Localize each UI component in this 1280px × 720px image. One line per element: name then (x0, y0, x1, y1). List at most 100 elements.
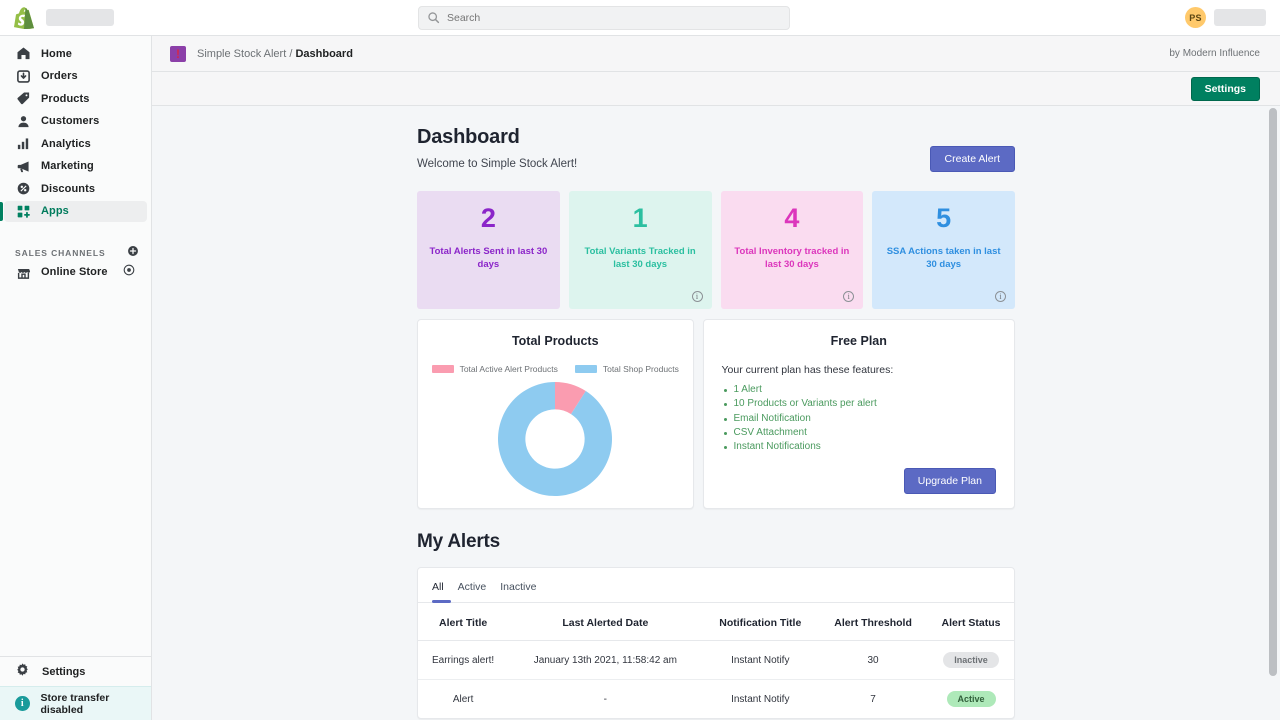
eye-icon[interactable] (123, 263, 135, 281)
sidebar-bottom: Settings i Store transfer disabled (0, 656, 151, 720)
sidebar-item-products[interactable]: Products (4, 88, 147, 109)
sidebar-nav: Home Orders (0, 36, 151, 284)
page-title: Dashboard (417, 126, 577, 149)
stat-card: 5 SSA Actions taken in last 30 days i (872, 191, 1015, 309)
info-icon[interactable]: i (843, 291, 854, 302)
cell-title: Alert (418, 680, 508, 719)
alerts-tabs: All Active Inactive (418, 568, 1014, 603)
cell-last-alerted: - (508, 680, 702, 719)
sidebar-item-label: Discounts (41, 183, 95, 195)
page-subtitle: Welcome to Simple Stock Alert! (417, 158, 577, 170)
tab-inactive[interactable]: Inactive (500, 581, 536, 602)
store-transfer-banner[interactable]: i Store transfer disabled (0, 686, 151, 720)
plan-feature-list: 1 Alert10 Products or Variants per alert… (722, 384, 997, 455)
legend-label: Total Shop Products (603, 364, 679, 374)
stat-value: 1 (633, 205, 648, 232)
table-row[interactable]: Earrings alert!January 13th 2021, 11:58:… (418, 641, 1014, 680)
legend-item[interactable]: Total Active Alert Products (432, 364, 558, 374)
sidebar-item-online-store[interactable]: Online Store (4, 262, 147, 283)
top-bar: PS (0, 0, 1280, 36)
sidebar-item-orders[interactable]: Orders (4, 66, 147, 87)
legend-swatch (575, 365, 597, 373)
dashboard-content: Dashboard Welcome to Simple Stock Alert!… (152, 106, 1280, 719)
cell-threshold: 7 (818, 680, 928, 719)
table-header-row: Alert TitleLast Alerted DateNotification… (418, 603, 1014, 641)
table-row[interactable]: Alert-Instant Notify7Active (418, 680, 1014, 719)
donut-slice[interactable] (498, 382, 612, 496)
cell-threshold: 30 (818, 641, 928, 680)
info-icon[interactable]: i (692, 291, 703, 302)
stat-card: 2Total Alerts Sent in last 30 days (417, 191, 560, 309)
cell-status: Inactive (928, 641, 1014, 680)
total-products-chart-card: Total Products Total Active Alert Produc… (417, 319, 694, 509)
cell-last-alerted: January 13th 2021, 11:58:42 am (508, 641, 702, 680)
search-input[interactable] (447, 12, 781, 24)
stat-caption: SSA Actions taken in last 30 days (882, 245, 1005, 271)
settings-button[interactable]: Settings (1191, 77, 1260, 101)
stat-value: 5 (936, 205, 951, 232)
sidebar-item-marketing[interactable]: Marketing (4, 156, 147, 177)
home-icon (15, 46, 31, 62)
sidebar-item-label: Products (41, 93, 89, 105)
info-icon[interactable]: i (995, 291, 1006, 302)
avatar[interactable]: PS (1185, 7, 1206, 28)
donut-svg (495, 379, 615, 499)
sidebar-settings[interactable]: Settings (0, 656, 151, 686)
sidebar-item-label: Home (41, 48, 72, 60)
plan-title: Free Plan (722, 320, 997, 348)
alerts-table: Alert TitleLast Alerted DateNotification… (418, 603, 1014, 718)
sidebar-item-label: Customers (41, 115, 99, 127)
column-header: Alert Threshold (818, 603, 928, 641)
apps-grid-icon (15, 203, 31, 219)
sidebar-item-label: Online Store (41, 266, 108, 278)
stat-cards: 2Total Alerts Sent in last 30 days 1 Total… (417, 191, 1015, 309)
global-search[interactable] (418, 6, 790, 30)
plus-circle-icon[interactable] (127, 244, 139, 262)
stat-card: 4Total Inventory tracked in last 30 days… (721, 191, 864, 309)
my-alerts-heading: My Alerts (417, 531, 1015, 553)
marketing-megaphone-icon (15, 158, 31, 174)
breadcrumb-separator: / (289, 48, 292, 60)
app-breadcrumb-bar: ! Simple Stock Alert / Dashboard by Mode… (152, 36, 1280, 72)
column-header: Alert Status (928, 603, 1014, 641)
app-action-bar: Settings (152, 72, 1280, 106)
breadcrumb: ! Simple Stock Alert / Dashboard (170, 46, 353, 62)
donut-chart (418, 374, 693, 508)
store-transfer-label: Store transfer disabled (41, 692, 152, 716)
store-name-placeholder[interactable] (46, 9, 114, 26)
customers-icon (15, 113, 31, 129)
breadcrumb-current-page: Dashboard (295, 48, 352, 60)
plan-feature-item: Email Notification (722, 413, 997, 426)
sidebar-item-discounts[interactable]: Discounts (4, 178, 147, 199)
scrollbar-thumb[interactable] (1269, 108, 1277, 676)
content-scrollbar[interactable] (1269, 108, 1277, 718)
stat-card: 1 Total Variants Tracked in last 30 days i (569, 191, 712, 309)
stat-value: 4 (784, 205, 799, 232)
create-alert-button[interactable]: Create Alert (930, 146, 1015, 172)
tab-all[interactable]: All (432, 581, 444, 602)
sidebar-item-customers[interactable]: Customers (4, 111, 147, 132)
chart-legend: Total Active Alert Products Total Shop Pr… (418, 364, 693, 374)
stat-caption: Total Variants Tracked in last 30 days (579, 245, 702, 271)
shopify-logo[interactable] (14, 6, 36, 30)
plan-intro: Your current plan has these features: (722, 364, 997, 376)
sidebar-item-analytics[interactable]: Analytics (4, 133, 147, 154)
sales-channels-header: SALES CHANNELS (0, 244, 151, 262)
upgrade-plan-button[interactable]: Upgrade Plan (904, 468, 996, 494)
user-name-placeholder[interactable] (1214, 9, 1266, 26)
products-tag-icon (15, 91, 31, 107)
breadcrumb-app-name[interactable]: Simple Stock Alert (197, 48, 286, 60)
plan-feature-item: 1 Alert (722, 384, 997, 397)
sidebar-item-apps[interactable]: Apps (4, 201, 147, 222)
top-bar-right: PS (1185, 7, 1266, 28)
plan-feature-item: 10 Products or Variants per alert (722, 398, 997, 411)
cell-notification: Instant Notify (702, 680, 818, 719)
tab-active[interactable]: Active (458, 581, 487, 602)
status-badge: Inactive (943, 652, 999, 668)
sidebar-item-label: Marketing (41, 160, 94, 172)
stat-caption: Total Alerts Sent in last 30 days (427, 245, 550, 271)
alerts-card: All Active Inactive Alert TitleLast Alerte… (417, 567, 1015, 719)
sidebar-item-home[interactable]: Home (4, 43, 147, 64)
legend-item[interactable]: Total Shop Products (575, 364, 679, 374)
middle-cards-row: Total Products Total Active Alert Produc… (417, 319, 1015, 509)
